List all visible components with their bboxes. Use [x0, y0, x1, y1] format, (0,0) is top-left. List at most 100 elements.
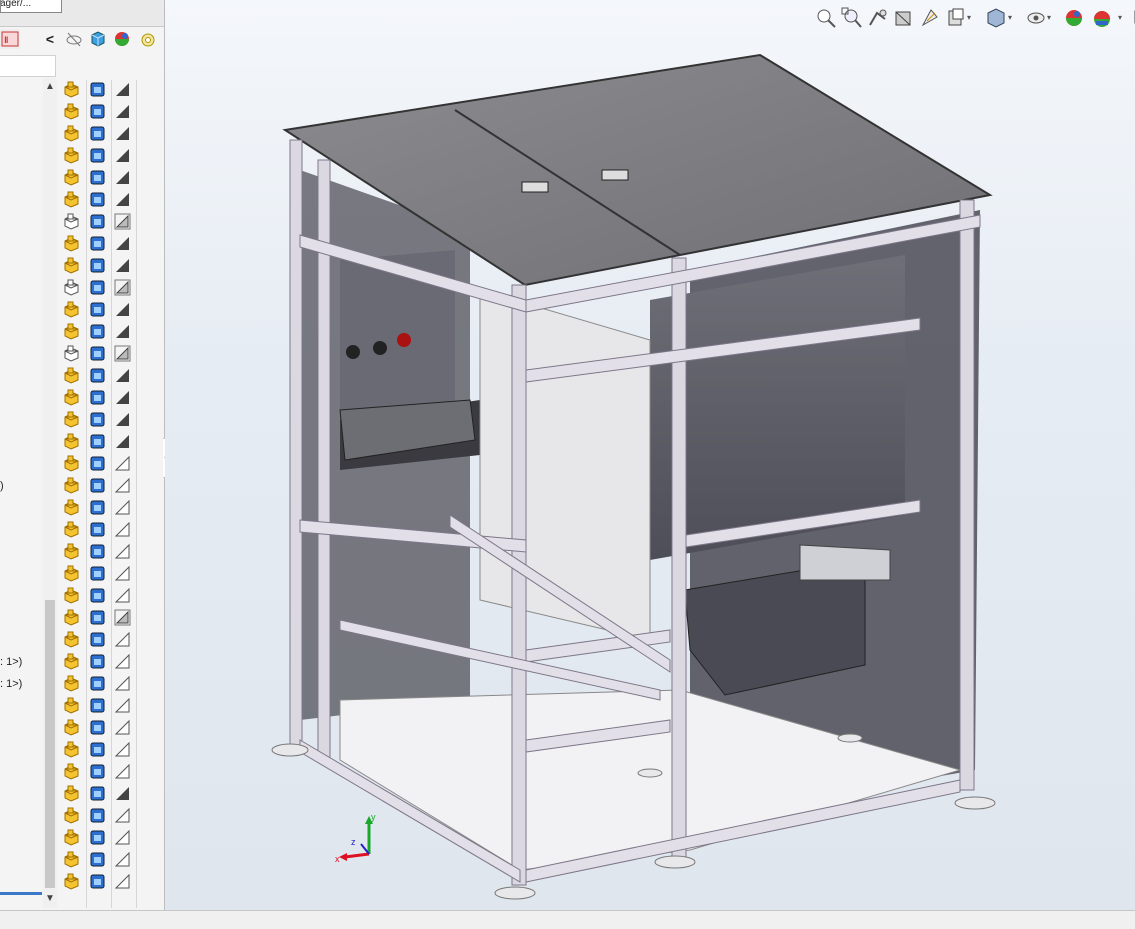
part-icon: [63, 433, 80, 450]
tree-row[interactable]: [63, 299, 139, 319]
tree-row[interactable]: [63, 761, 139, 781]
sketch-state-icon: [114, 81, 131, 98]
sketch-state-icon: [114, 719, 131, 736]
sketch-state-icon: [114, 565, 131, 582]
part-icon: [63, 477, 80, 494]
tree-row[interactable]: [63, 321, 139, 341]
tree-row[interactable]: [63, 805, 139, 825]
tree-row[interactable]: [63, 871, 139, 891]
sketch-state-icon: [114, 609, 131, 626]
configuration-icon: [89, 741, 106, 758]
dropdown-arrow-icon[interactable]: ▾: [1118, 13, 1122, 22]
tree-row[interactable]: [63, 695, 139, 715]
configuration-icon: [89, 873, 106, 890]
appearance-cube-icon[interactable]: [88, 29, 108, 49]
apply-scene-icon[interactable]: [1091, 7, 1113, 29]
display-style-icon[interactable]: [985, 7, 1007, 29]
tree-row[interactable]: [63, 167, 139, 187]
cabinet-frame-model[interactable]: [165, 0, 1135, 910]
display-pane-icon[interactable]: [138, 29, 158, 49]
tree-row[interactable]: [63, 717, 139, 737]
tree-row[interactable]: [63, 145, 139, 165]
edit-appearance-icon[interactable]: [1063, 7, 1085, 29]
dropdown-arrow-icon[interactable]: ▾: [967, 13, 971, 22]
dropdown-arrow-icon[interactable]: ▾: [1008, 13, 1012, 22]
sketch-state-icon: [114, 103, 131, 120]
part-icon: [63, 829, 80, 846]
hide-show-icon[interactable]: [64, 29, 84, 49]
dynamic-annotation-icon[interactable]: [919, 7, 941, 29]
tree-row[interactable]: [63, 255, 139, 275]
sketch-state-icon: [114, 477, 131, 494]
part-icon: [63, 565, 80, 582]
tree-row[interactable]: [63, 79, 139, 99]
tree-row[interactable]: [63, 541, 139, 561]
tree-row[interactable]: [63, 387, 139, 407]
part-icon: [63, 587, 80, 604]
configuration-icon: [89, 521, 106, 538]
tree-row[interactable]: [63, 607, 139, 627]
part-icon: [63, 719, 80, 736]
tree-row[interactable]: [63, 783, 139, 803]
tree-row[interactable]: [63, 409, 139, 429]
scroll-up-icon[interactable]: ▲: [43, 80, 57, 94]
tree-row[interactable]: [63, 123, 139, 143]
part-icon: [63, 169, 80, 186]
configuration-icon: [89, 763, 106, 780]
configuration-icon: [89, 235, 106, 252]
part-icon: [63, 103, 80, 120]
part-icon: [63, 675, 80, 692]
part-icon: [63, 301, 80, 318]
part-icon: [63, 521, 80, 538]
configuration-icon: [89, 653, 106, 670]
configuration-icon: [89, 147, 106, 164]
tree-row[interactable]: [63, 827, 139, 847]
sketch-state-icon: [114, 631, 131, 648]
tree-row[interactable]: [63, 475, 139, 495]
tree-row[interactable]: [63, 189, 139, 209]
previous-view-icon[interactable]: [867, 7, 889, 29]
tree-row[interactable]: [63, 233, 139, 253]
scene-sphere-icon[interactable]: [112, 29, 132, 49]
part-icon: [63, 455, 80, 472]
tree-row[interactable]: [63, 365, 139, 385]
tree-row[interactable]: [63, 431, 139, 451]
tree-row[interactable]: [63, 739, 139, 759]
tree-row[interactable]: [63, 849, 139, 869]
tree-row[interactable]: [63, 211, 139, 231]
tree-row[interactable]: [63, 563, 139, 583]
tree-row[interactable]: [63, 343, 139, 363]
tree-row[interactable]: [63, 101, 139, 121]
tree-row[interactable]: [63, 497, 139, 517]
back-chevron-icon[interactable]: <: [40, 29, 60, 49]
tree-row[interactable]: [63, 519, 139, 539]
hide-show-items-icon[interactable]: [1025, 7, 1047, 29]
tree-row[interactable]: [63, 673, 139, 693]
tree-row[interactable]: [63, 629, 139, 649]
tree-header-field[interactable]: [0, 55, 56, 77]
graphics-area[interactable]: ▾▾▾▾▾ y x z: [165, 0, 1135, 910]
configuration-icon: [89, 719, 106, 736]
tree-row[interactable]: [63, 277, 139, 297]
sketch-state-icon: [114, 323, 131, 340]
tree-row[interactable]: [63, 651, 139, 671]
tree-scrollbar[interactable]: ▲ ▼: [43, 78, 57, 908]
view-orientation-icon[interactable]: [945, 7, 967, 29]
tree-row[interactable]: [63, 585, 139, 605]
configuration-icon: [89, 807, 106, 824]
panel-tab[interactable]: ager/...: [0, 0, 62, 13]
part-icon: [63, 235, 80, 252]
zoom-to-fit-icon[interactable]: [815, 7, 837, 29]
horizontal-scroll-thumb[interactable]: [0, 892, 42, 895]
section-view-icon[interactable]: [893, 7, 915, 29]
scroll-down-icon[interactable]: ▼: [43, 892, 57, 906]
heads-up-toolbar: ▾▾▾▾▾: [815, 6, 1135, 30]
scrollbar-thumb[interactable]: [45, 600, 55, 888]
configuration-icon: [89, 213, 106, 230]
configuration-icon: [89, 829, 106, 846]
tree-row[interactable]: [63, 453, 139, 473]
sketch-state-icon: [114, 521, 131, 538]
dropdown-arrow-icon[interactable]: ▾: [1047, 13, 1051, 22]
filter-icon[interactable]: Ⅱ: [0, 29, 20, 49]
zoom-to-area-icon[interactable]: [841, 7, 863, 29]
